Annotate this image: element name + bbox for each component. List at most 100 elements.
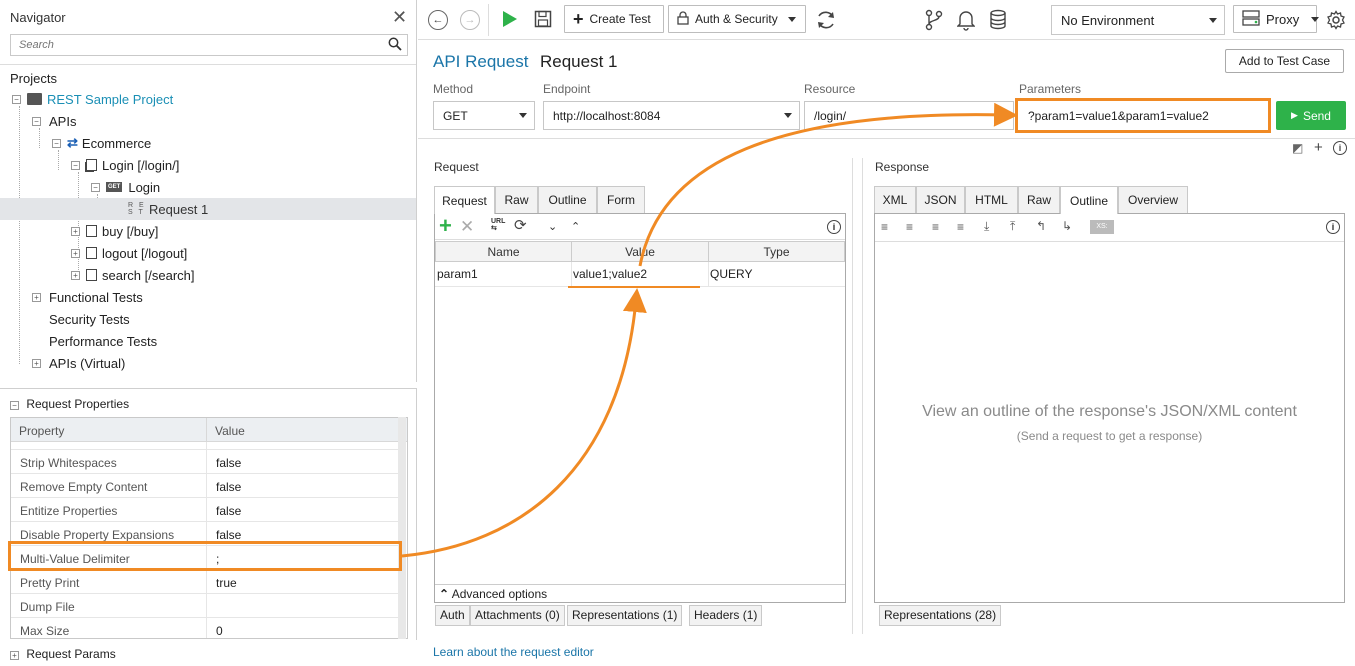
collapse-icon[interactable]: − xyxy=(32,116,41,126)
resource-field[interactable]: /login/ xyxy=(804,101,1014,130)
tab-attachments[interactable]: Attachments (0) xyxy=(470,605,565,626)
table-row[interactable]: Dump File xyxy=(11,594,399,618)
tree-item-project[interactable]: − REST Sample Project xyxy=(12,88,173,110)
property-value[interactable]: false xyxy=(207,498,250,521)
move-top-icon[interactable]: ⤒ xyxy=(1010,219,1015,234)
expand-all-icon[interactable]: ≡ xyxy=(881,220,888,234)
create-test-button[interactable]: + Create Test xyxy=(564,5,664,33)
run-icon[interactable] xyxy=(502,10,518,28)
tab-auth[interactable]: Auth xyxy=(435,605,470,626)
scrollbar[interactable] xyxy=(398,417,406,639)
expand-icon[interactable]: + xyxy=(10,651,19,660)
xsd-icon[interactable]: XS: xyxy=(1090,220,1114,234)
tree-item-logout[interactable]: + logout [/logout] xyxy=(71,242,187,264)
table-row[interactable]: Pretty Print true xyxy=(11,570,399,594)
branch-icon[interactable] xyxy=(925,9,943,31)
expand-icon[interactable]: + xyxy=(71,270,80,280)
remove-param-icon[interactable]: ✕ xyxy=(460,216,474,238)
tab-overview[interactable]: Overview xyxy=(1118,186,1188,213)
tree-item-search[interactable]: + search [/search] xyxy=(71,264,195,286)
tab-json[interactable]: JSON xyxy=(916,186,965,213)
auth-security-button[interactable]: Auth & Security xyxy=(668,5,806,33)
param-value-cell[interactable]: value1;value2 xyxy=(571,262,708,286)
expand-level-icon[interactable]: ≡ xyxy=(932,220,939,234)
expand-icon[interactable]: + xyxy=(71,226,80,236)
property-value[interactable] xyxy=(207,594,225,617)
sync-icon[interactable]: ⟳ xyxy=(514,215,527,237)
save-icon[interactable] xyxy=(534,10,552,28)
tree-item-login-resource[interactable]: − Login [/login/] xyxy=(71,154,179,176)
url-encode-icon[interactable]: URL ⇆ xyxy=(491,218,505,232)
refresh-icon[interactable] xyxy=(815,9,837,31)
close-icon[interactable]: ✕ xyxy=(392,7,407,28)
tab-form[interactable]: Form xyxy=(597,186,645,213)
method-select[interactable]: GET xyxy=(433,101,535,130)
environment-select[interactable]: No Environment xyxy=(1051,5,1225,35)
collapse-icon[interactable]: − xyxy=(52,138,61,148)
table-row[interactable]: Max Size 0 xyxy=(11,618,399,638)
property-value[interactable]: true xyxy=(207,570,246,593)
expand-icon[interactable]: + xyxy=(71,248,80,258)
tab-html[interactable]: HTML xyxy=(965,186,1018,213)
tab-request[interactable]: Request xyxy=(434,186,495,214)
move-bottom-icon[interactable]: ⤓ xyxy=(984,219,989,234)
tab-outline[interactable]: Outline xyxy=(538,186,597,213)
tab-response-representations[interactable]: Representations (28) xyxy=(879,605,1002,626)
navigator-search[interactable] xyxy=(10,34,408,56)
collapse-icon[interactable]: − xyxy=(12,94,21,104)
search-input[interactable] xyxy=(11,35,381,55)
param-type-cell[interactable]: QUERY xyxy=(708,262,845,286)
collapse-level-icon[interactable]: ≡ xyxy=(957,220,964,234)
tree-item-functional-tests[interactable]: + Functional Tests xyxy=(32,286,143,308)
database-icon[interactable] xyxy=(989,9,1007,31)
collapse-icon[interactable]: − xyxy=(91,182,100,192)
gear-icon[interactable] xyxy=(1326,10,1346,30)
move-up-icon[interactable]: ↰ xyxy=(1036,219,1046,233)
property-value[interactable]: false xyxy=(207,450,250,473)
tree-item-login-method[interactable]: − GET Login xyxy=(91,176,160,198)
add-to-test-case-button[interactable]: Add to Test Case xyxy=(1225,49,1344,73)
learn-more-link[interactable]: Learn about the request editor xyxy=(433,645,594,659)
table-row[interactable]: Remove Empty Content false xyxy=(11,474,399,498)
tab-headers[interactable]: Headers (1) xyxy=(689,605,763,626)
advanced-options-toggle[interactable]: ⌃ Advanced options xyxy=(435,584,845,603)
request-params-section[interactable]: + Request Params xyxy=(0,647,116,661)
tree-item-apis[interactable]: − APIs xyxy=(32,110,76,132)
tab-xml[interactable]: XML xyxy=(874,186,916,213)
expand-icon[interactable]: + xyxy=(32,292,41,302)
tab-raw[interactable]: Raw xyxy=(1018,186,1060,213)
collapse-all-icon[interactable]: ≡ xyxy=(906,220,913,234)
move-down-icon[interactable]: ⌄ xyxy=(548,216,557,238)
send-button[interactable]: ▶ Send xyxy=(1276,101,1346,130)
expand-icon[interactable]: + xyxy=(32,358,41,368)
move-down-icon[interactable]: ↳ xyxy=(1062,219,1072,233)
tree-item-request-1[interactable]: R ES T Request 1 xyxy=(0,198,416,220)
move-up-icon[interactable]: ⌃ xyxy=(571,216,580,238)
tab-outline[interactable]: Outline xyxy=(1060,186,1118,214)
panel-divider[interactable] xyxy=(852,158,853,634)
endpoint-field[interactable]: http://localhost:8084 xyxy=(543,101,800,130)
bell-icon[interactable] xyxy=(957,9,975,31)
param-name-cell[interactable]: param1 xyxy=(435,262,571,286)
tab-representations[interactable]: Representations (1) xyxy=(567,605,683,626)
property-value[interactable]: false xyxy=(207,474,250,497)
tree-item-buy[interactable]: + buy [/buy] xyxy=(71,220,158,242)
plus-icon[interactable]: + xyxy=(1314,139,1323,156)
tree-item-apis-virtual[interactable]: + APIs (Virtual) xyxy=(32,352,125,374)
proxy-button[interactable]: Proxy xyxy=(1233,5,1320,33)
split-view-icon[interactable]: ◩ xyxy=(1292,141,1303,155)
forward-icon[interactable]: → xyxy=(460,10,480,30)
collapse-icon[interactable]: − xyxy=(10,401,19,410)
request-properties-title[interactable]: − Request Properties xyxy=(10,397,129,411)
search-icon[interactable] xyxy=(388,37,402,54)
table-row[interactable]: Strip Whitespaces false xyxy=(11,450,399,474)
tab-raw[interactable]: Raw xyxy=(495,186,538,213)
info-icon[interactable]: i xyxy=(827,220,841,234)
back-icon[interactable]: ← xyxy=(428,10,448,30)
property-value[interactable]: 0 xyxy=(207,618,232,638)
add-param-icon[interactable]: + xyxy=(439,214,452,238)
tree-item-performance-tests[interactable]: Performance Tests xyxy=(45,330,157,352)
collapse-icon[interactable]: − xyxy=(71,160,80,170)
tree-item-ecommerce[interactable]: − ⇄ Ecommerce xyxy=(52,132,151,154)
info-icon[interactable]: i xyxy=(1333,141,1347,155)
